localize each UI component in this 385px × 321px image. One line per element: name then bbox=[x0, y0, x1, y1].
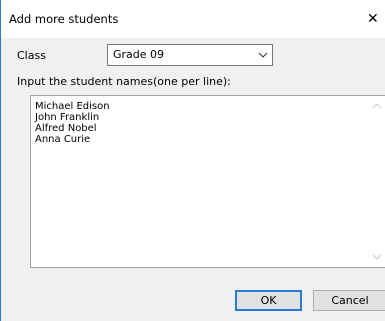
chevron-up-icon[interactable] bbox=[372, 102, 382, 110]
class-label: Class bbox=[17, 49, 46, 62]
chevron-down-icon bbox=[258, 52, 268, 58]
student-names-text: Michael Edison John Franklin Alfred Nobe… bbox=[35, 101, 110, 145]
close-icon: ✕ bbox=[367, 11, 379, 27]
add-students-dialog: Add more students ✕ Class Grade 09 Input… bbox=[0, 0, 385, 321]
class-select[interactable]: Grade 09 bbox=[107, 44, 273, 66]
vertical-scrollbar[interactable] bbox=[369, 96, 385, 267]
chevron-down-icon[interactable] bbox=[372, 253, 382, 261]
ok-button[interactable]: OK bbox=[235, 290, 302, 311]
close-button[interactable]: ✕ bbox=[367, 9, 385, 29]
title-bar: Add more students ✕ bbox=[1, 0, 385, 38]
cancel-button[interactable]: Cancel bbox=[313, 290, 385, 311]
student-names-textarea[interactable]: Michael Edison John Franklin Alfred Nobe… bbox=[30, 95, 385, 268]
names-instruction-label: Input the student names(one per line): bbox=[17, 75, 231, 88]
dialog-title: Add more students bbox=[9, 12, 119, 26]
class-select-value: Grade 09 bbox=[113, 48, 165, 61]
